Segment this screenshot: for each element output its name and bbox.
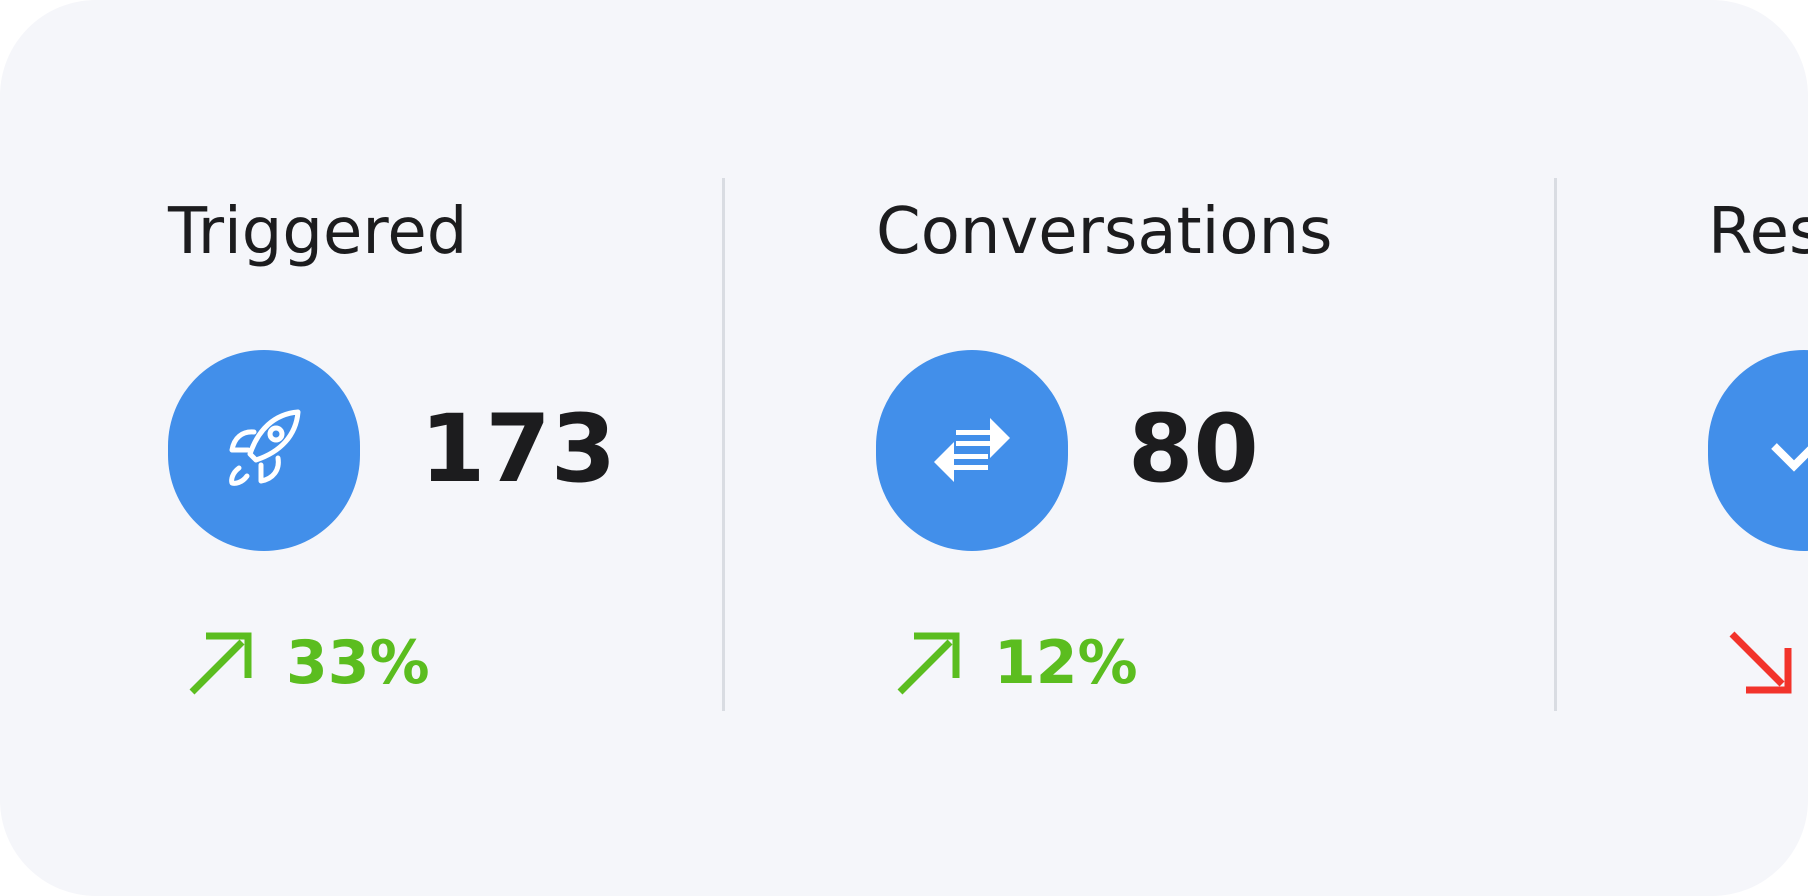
stat-value: 80 — [1128, 395, 1259, 504]
arrow-down-right-icon — [1729, 631, 1792, 694]
check-icon — [1771, 443, 1808, 472]
stat-value: 173 — [420, 395, 617, 504]
stat-title: Triggered — [168, 195, 468, 269]
stat-title: Conversations — [876, 195, 1333, 269]
stats-card: Triggered 173 33% Conversations 80 12% R… — [0, 0, 1808, 896]
arrow-up-right-icon — [897, 632, 960, 695]
stat-divider — [722, 178, 725, 711]
stat-title: Res — [1708, 195, 1808, 269]
stat-icon-badge — [876, 350, 1068, 551]
stat-third-partial: Res — [1708, 0, 1808, 896]
stat-icon-badge — [1708, 350, 1808, 551]
trend-value: 33% — [286, 628, 430, 698]
rocket-icon — [229, 409, 301, 486]
stat-conversations: Conversations 80 12% — [876, 0, 1476, 896]
stat-divider — [1554, 178, 1557, 711]
stat-triggered: Triggered 173 33% — [168, 0, 768, 896]
trend-value: 12% — [994, 628, 1138, 698]
swap-arrows-icon — [934, 418, 1010, 482]
stat-icon-badge — [168, 350, 360, 551]
arrow-up-right-icon — [189, 632, 252, 695]
